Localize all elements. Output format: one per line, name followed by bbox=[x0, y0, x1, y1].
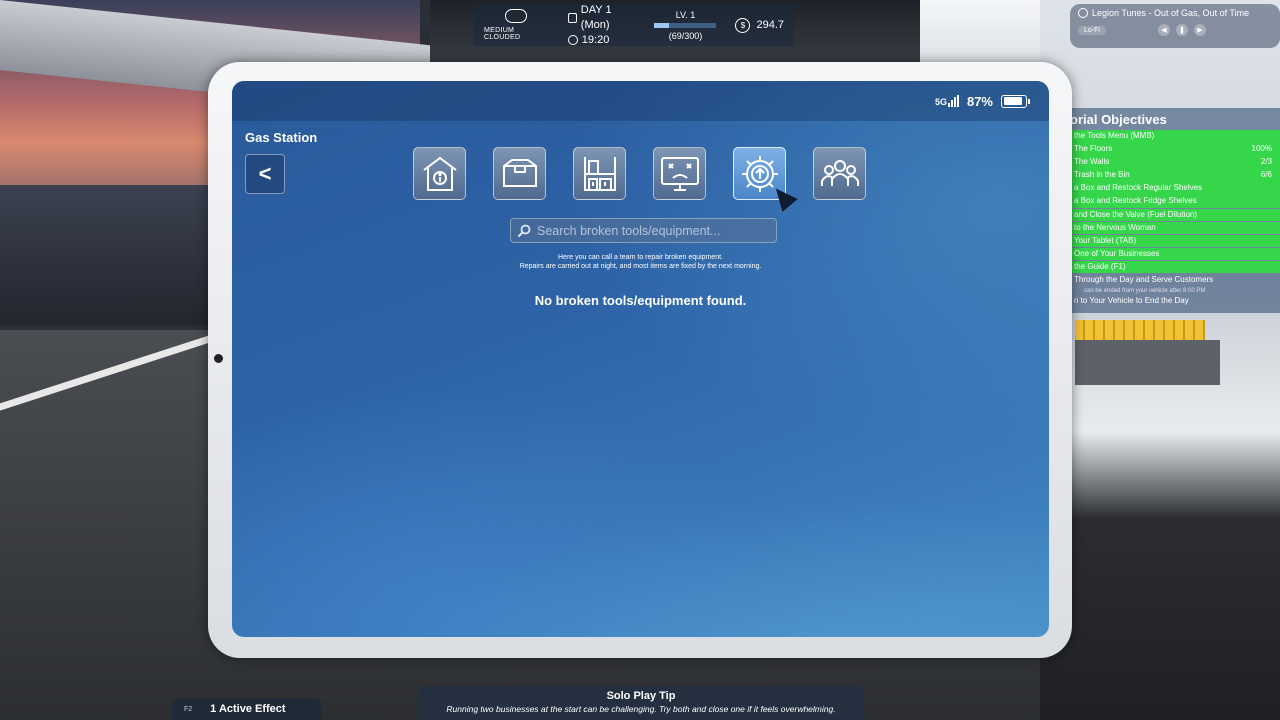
objective-label: One of Your Businesses bbox=[1074, 248, 1160, 258]
objective-progress: 6/6 bbox=[1260, 170, 1272, 180]
battery-fill bbox=[1003, 97, 1022, 105]
objective-label: and Close the Valve (Fuel Dilution) bbox=[1074, 209, 1198, 219]
box-icon bbox=[502, 158, 537, 187]
store-counter bbox=[1075, 340, 1220, 385]
tip-panel: Solo Play Tip Running two businesses at … bbox=[418, 686, 864, 720]
signal-label: 5G bbox=[934, 97, 947, 107]
empty-state-message: No broken tools/equipment found. bbox=[534, 293, 747, 308]
active-effects-bar[interactable]: F2 1 Active Effect bbox=[172, 698, 322, 720]
objective-item: the Guide (F1) bbox=[1062, 260, 1280, 274]
objective-progress: 2/3 bbox=[1260, 157, 1272, 167]
objectives-title: orial Objectives bbox=[1070, 112, 1167, 127]
objective-item: Trash in the Bin 6/6 bbox=[1062, 169, 1280, 182]
coin-icon: $ bbox=[735, 17, 751, 33]
music-player: Legion Tunes - Out of Gas, Out of Time L… bbox=[1070, 4, 1280, 48]
objective-label: Through the Day and Serve Customers bbox=[1074, 275, 1214, 285]
tip-title: Solo Play Tip bbox=[606, 690, 676, 702]
next-track-icon[interactable]: ▶ bbox=[1193, 24, 1206, 36]
objective-label: The Walls bbox=[1074, 157, 1110, 167]
objective-label: a Box and Restock Regular Shelves bbox=[1074, 183, 1203, 193]
tip-body: Running two businesses at the start can … bbox=[446, 704, 836, 714]
xp-bar bbox=[654, 22, 717, 28]
objective-label: Your Tablet (TAB) bbox=[1074, 235, 1137, 245]
objective-item: can be ended from your vehicle after 8:0… bbox=[1062, 287, 1280, 295]
back-button[interactable]: < bbox=[245, 154, 285, 194]
tab-broken-devices[interactable] bbox=[653, 147, 706, 200]
previous-track-icon[interactable]: ◀ bbox=[1157, 24, 1170, 36]
objective-item: Through the Day and Serve Customers bbox=[1062, 274, 1280, 287]
day-time-indicator: DAY 1 (Mon) 19:20 bbox=[558, 4, 646, 46]
objective-label: The Floors bbox=[1074, 144, 1113, 154]
store-info-icon bbox=[422, 156, 457, 191]
repair-info-text: Here you can call a team to repair broke… bbox=[232, 253, 1049, 271]
level-label: LV. 1 bbox=[675, 9, 696, 20]
day-label: DAY 1 (Mon) bbox=[580, 3, 612, 31]
objective-item: and Close the Valve (Fuel Dilution) bbox=[1062, 208, 1280, 222]
calendar-icon bbox=[567, 12, 577, 23]
objective-item: n to Your Vehicle to End the Day bbox=[1062, 295, 1280, 308]
genre-pill[interactable]: Lo-Fi bbox=[1078, 25, 1106, 35]
chevron-left-icon: < bbox=[258, 161, 272, 186]
objective-item: The Floors 100% bbox=[1062, 143, 1280, 156]
tab-shelves[interactable] bbox=[573, 147, 626, 200]
objective-item: the Tools Menu (MMB) bbox=[1062, 130, 1280, 143]
xp-label: (69/300) bbox=[668, 30, 703, 41]
store-shelf bbox=[1075, 320, 1205, 340]
track-title: Legion Tunes - Out of Gas, Out of Time bbox=[1092, 8, 1250, 18]
objective-item: Your Tablet (TAB) bbox=[1062, 234, 1280, 248]
clock-icon bbox=[567, 35, 578, 45]
xp-bar-fill bbox=[654, 22, 669, 28]
tablet-device: 5G 87% Gas Station < Search broken tools… bbox=[208, 62, 1072, 658]
search-field[interactable] bbox=[510, 218, 777, 243]
search-input[interactable] bbox=[537, 223, 767, 238]
repair-info-line-2: Repairs are carried out at night, and mo… bbox=[519, 263, 762, 270]
objectives-list: the Tools Menu (MMB) The Floors 100% The Wa… bbox=[1062, 130, 1280, 308]
tablet-screen: 5G 87% Gas Station < Search broken tools… bbox=[232, 81, 1049, 637]
battery-percent: 87% bbox=[966, 93, 993, 109]
objective-item: One of Your Businesses bbox=[1062, 247, 1280, 261]
objective-item: a Box and Restock Regular Shelves bbox=[1062, 182, 1280, 195]
garage-building bbox=[0, 185, 220, 325]
objective-item: The Walls 2/3 bbox=[1062, 156, 1280, 169]
objective-item: to the Nervous Woman bbox=[1062, 221, 1280, 235]
app-tab-bar bbox=[413, 147, 866, 200]
money-label: 294.7 bbox=[756, 19, 784, 31]
tab-store-info[interactable] bbox=[413, 147, 466, 200]
weather-label: MEDIUM CLOUDED bbox=[484, 27, 521, 41]
objective-label: can be ended from your vehicle after 8:0… bbox=[1084, 288, 1206, 295]
top-hud: MEDIUM CLOUDED DAY 1 (Mon) 19:20 LV. 1 (… bbox=[474, 4, 794, 46]
pause-icon[interactable]: ❚ bbox=[1175, 24, 1188, 36]
objective-label: n to Your Vehicle to End the Day bbox=[1074, 296, 1189, 306]
money-indicator: $ 294.7 bbox=[725, 4, 794, 46]
time-label: 19:20 bbox=[581, 33, 610, 46]
objective-label: Trash in the Bin bbox=[1074, 170, 1130, 180]
weather-indicator: MEDIUM CLOUDED bbox=[474, 4, 558, 46]
app-title: Gas Station bbox=[245, 130, 318, 145]
tablet-status-bar: 5G 87% bbox=[232, 81, 1049, 121]
tablet-camera bbox=[214, 354, 223, 363]
objective-label: the Tools Menu (MMB) bbox=[1074, 131, 1155, 140]
effects-label: 1 Active Effect bbox=[210, 703, 286, 715]
staff-icon bbox=[820, 159, 859, 186]
objective-progress: 100% bbox=[1251, 144, 1272, 154]
shelf-icon bbox=[583, 156, 616, 191]
effects-hotkey: F2 bbox=[184, 705, 193, 713]
cloud-icon bbox=[504, 9, 527, 23]
objective-label: the Guide (F1) bbox=[1074, 261, 1126, 271]
objective-label: a Box and Restock Fridge Shelves bbox=[1074, 196, 1197, 206]
tab-stock[interactable] bbox=[493, 147, 546, 200]
music-icon bbox=[1078, 8, 1088, 18]
objective-label: to the Nervous Woman bbox=[1074, 222, 1156, 232]
tutorial-objectives-panel: orial Objectives the Tools Menu (MMB) The… bbox=[1062, 108, 1280, 313]
signal-icon: 5G bbox=[935, 95, 959, 107]
battery-icon bbox=[1001, 94, 1030, 108]
broken-monitor-icon bbox=[660, 156, 699, 191]
level-indicator: LV. 1 (69/300) bbox=[645, 4, 725, 46]
repair-info-line-1: Here you can call a team to repair broke… bbox=[558, 254, 723, 261]
search-icon bbox=[517, 224, 531, 237]
objective-item: a Box and Restock Fridge Shelves bbox=[1062, 195, 1280, 208]
tab-staff[interactable] bbox=[813, 147, 866, 200]
